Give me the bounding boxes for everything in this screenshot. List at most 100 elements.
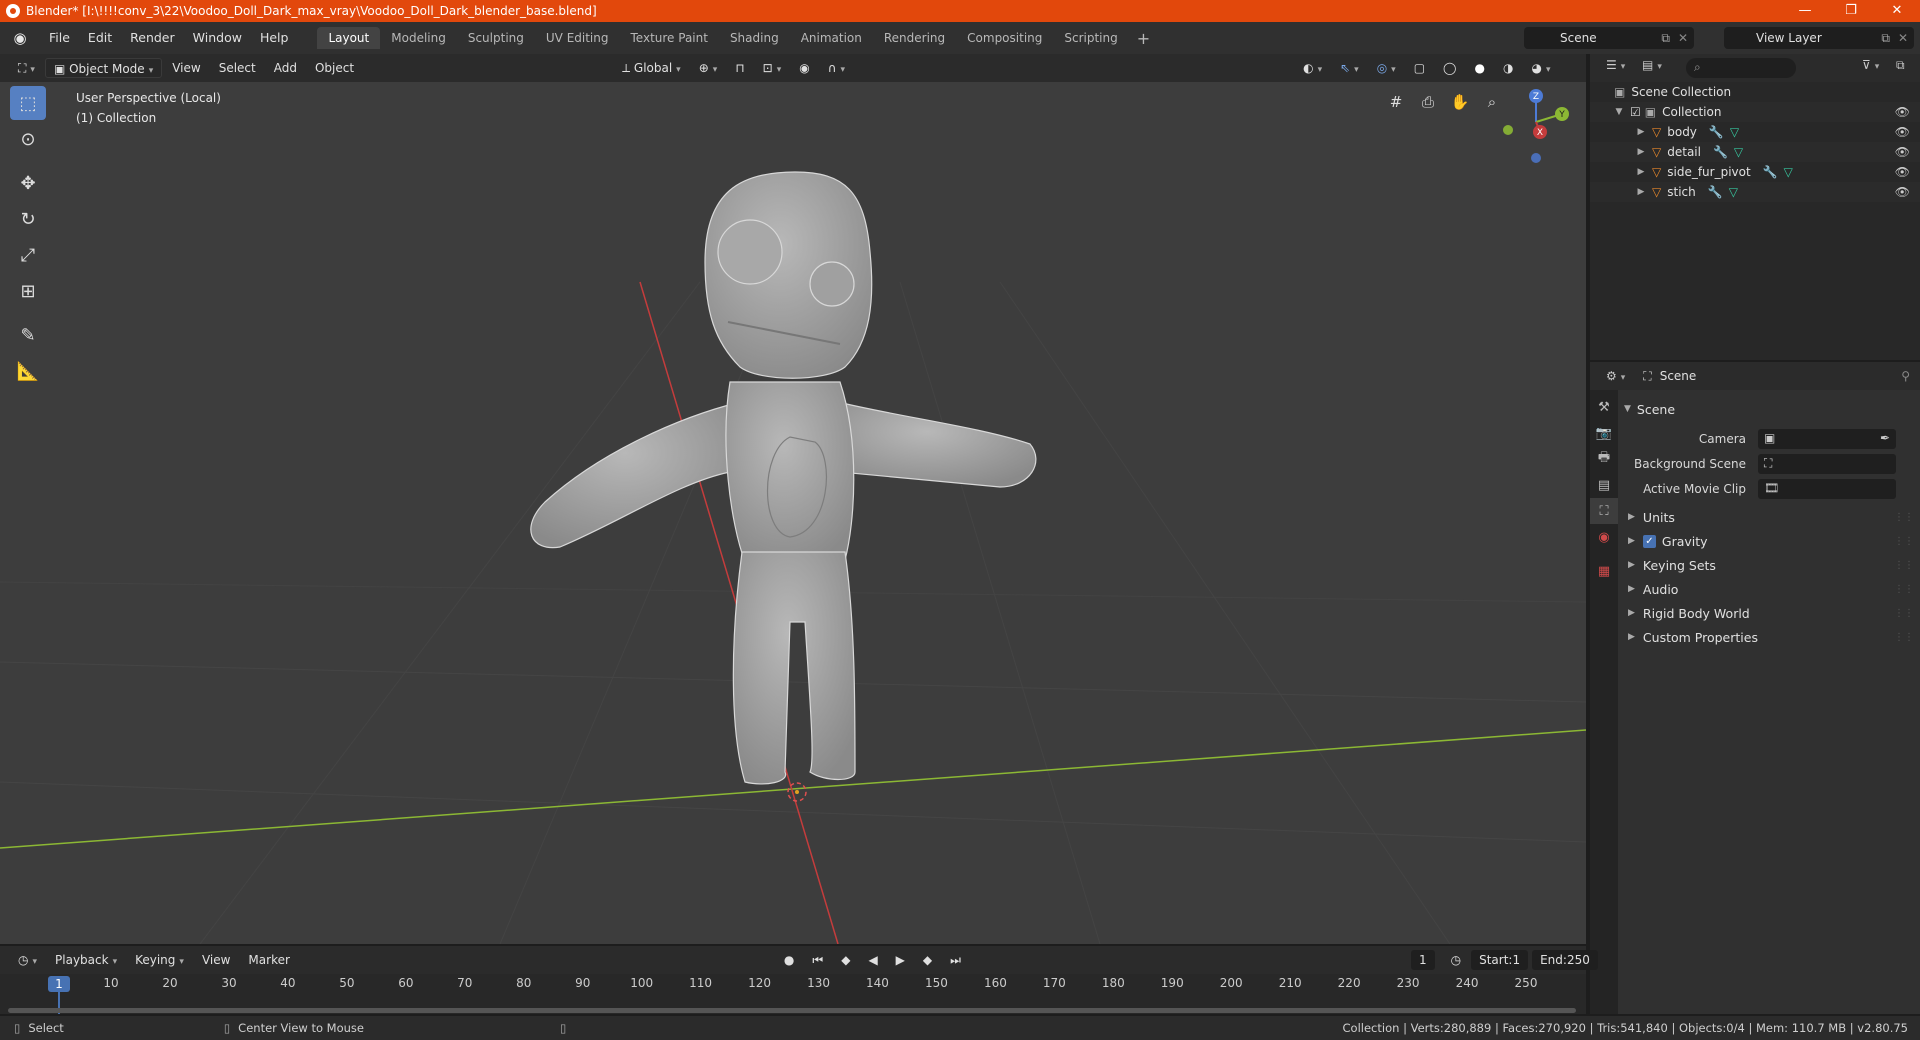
new-collection-icon[interactable]: ⧉ — [1896, 58, 1905, 73]
tab-layout[interactable]: Layout — [317, 27, 381, 49]
editor-type-icon[interactable]: ⛶ ▾ — [10, 58, 43, 78]
remove-scene-icon[interactable]: ✕ — [1678, 31, 1688, 45]
menu-view[interactable]: View — [164, 58, 208, 78]
eyedropper-icon[interactable]: ✒ — [1880, 431, 1890, 445]
pin-icon[interactable]: ⚲ — [1901, 369, 1910, 383]
jump-end-button[interactable]: ⏭ — [942, 950, 969, 970]
visibility-eye-icon[interactable]: 👁 — [1895, 125, 1910, 139]
mode-dropdown[interactable]: ▣ Object Mode ▾ — [44, 58, 163, 78]
tab-uv-editing[interactable]: UV Editing — [535, 27, 620, 49]
drag-handle-icon[interactable]: ⋮⋮ — [1894, 512, 1914, 523]
close-button[interactable]: ✕ — [1874, 0, 1920, 22]
active-movie-clip-field[interactable]: 🎞 — [1758, 478, 1896, 499]
visibility-eye-icon[interactable]: 👁 — [1895, 165, 1910, 179]
3d-viewport[interactable]: User Perspective (Local) (1) Collection … — [0, 82, 1586, 944]
pan-hand-icon[interactable]: ✋ — [1446, 88, 1474, 116]
modifier-wrench-icon[interactable]: 🔧 — [1708, 185, 1723, 199]
select-box-tool[interactable]: ⬚ — [10, 86, 46, 120]
visibility-icon[interactable]: ◐ ▾ — [1295, 58, 1330, 78]
tab-scripting[interactable]: Scripting — [1053, 27, 1128, 49]
menu-file[interactable]: File — [40, 22, 79, 54]
next-keyframe-button[interactable]: ◆ — [915, 950, 940, 970]
expand-icon[interactable]: ▶ — [1634, 127, 1648, 137]
scene-selector[interactable]: Scene ⧉ ✕ — [1524, 27, 1694, 49]
transform-tool[interactable]: ⊞ — [10, 274, 46, 308]
tab-shading[interactable]: Shading — [719, 27, 790, 49]
menu-select[interactable]: Select — [211, 58, 264, 78]
gizmo-toggle-icon[interactable]: ⇖ ▾ — [1332, 58, 1367, 78]
output-tab-icon[interactable]: 🖶 — [1590, 446, 1618, 472]
end-frame-field[interactable]: End: 250 — [1532, 950, 1598, 970]
copy-view-layer-icon[interactable]: ⧉ — [1881, 31, 1890, 46]
expand-icon[interactable]: ▶ — [1634, 187, 1648, 197]
tab-sculpting[interactable]: Sculpting — [457, 27, 535, 49]
playhead-frame[interactable]: 1 — [48, 976, 70, 992]
move-tool[interactable]: ✥ — [10, 166, 46, 200]
render-tab-icon[interactable]: 📷 — [1590, 420, 1618, 446]
rigid-body-world-panel[interactable]: ▶ Rigid Body World ⋮⋮ — [1618, 601, 1920, 625]
material-shading-icon[interactable]: ◑ — [1495, 58, 1521, 78]
custom-properties-panel[interactable]: ▶ Custom Properties ⋮⋮ — [1618, 625, 1920, 649]
drag-handle-icon[interactable]: ⋮⋮ — [1894, 632, 1914, 643]
outliner-item-body[interactable]: ▶ ▽ body 🔧 ▽ 👁 — [1590, 122, 1920, 142]
cursor-tool[interactable]: ⊙ — [10, 122, 46, 156]
outliner-item-stich[interactable]: ▶ ▽ stich 🔧 ▽ 👁 — [1590, 182, 1920, 202]
properties-editor-icon[interactable]: ⚙ ▾ — [1606, 369, 1625, 383]
remove-view-layer-icon[interactable]: ✕ — [1898, 31, 1908, 45]
timeline-view-menu[interactable]: View — [194, 950, 238, 970]
filter-icon[interactable]: ⊽ ▾ — [1862, 58, 1879, 72]
orientation-dropdown[interactable]: ⟂ Global ▾ — [614, 58, 689, 78]
proportional-edit-icon[interactable]: ◉ — [791, 58, 817, 78]
gravity-checkbox[interactable]: ✓ — [1642, 534, 1656, 548]
current-frame-field[interactable]: 1 — [1410, 950, 1435, 970]
gravity-panel[interactable]: ▶ ✓ Gravity ⋮⋮ — [1618, 529, 1920, 553]
mesh-data-icon[interactable]: ▽ — [1734, 145, 1743, 159]
outliner-item-side-fur-pivot[interactable]: ▶ ▽ side_fur_pivot 🔧 ▽ 👁 — [1590, 162, 1920, 182]
solid-shading-icon[interactable]: ● — [1466, 58, 1492, 78]
annotate-tool[interactable]: ✎ — [10, 318, 46, 352]
drag-handle-icon[interactable]: ⋮⋮ — [1894, 560, 1914, 571]
tab-texture-paint[interactable]: Texture Paint — [620, 27, 719, 49]
timeline-scrollbar[interactable] — [8, 1008, 1576, 1013]
menu-window[interactable]: Window — [184, 22, 251, 54]
texture-tab-icon[interactable]: ▦ — [1590, 558, 1618, 584]
tab-modeling[interactable]: Modeling — [380, 27, 457, 49]
scale-tool[interactable]: ⤢ — [10, 238, 46, 272]
play-button[interactable]: ▶ — [888, 950, 913, 970]
menu-render[interactable]: Render — [121, 22, 184, 54]
blender-menu-icon[interactable]: ◉ — [10, 28, 30, 48]
record-button[interactable]: ● — [776, 950, 802, 970]
tab-compositing[interactable]: Compositing — [956, 27, 1053, 49]
outliner-search-input[interactable]: ⌕ — [1686, 58, 1796, 78]
copy-scene-icon[interactable]: ⧉ — [1661, 31, 1670, 46]
modifier-wrench-icon[interactable]: 🔧 — [1709, 125, 1724, 139]
measure-tool[interactable]: 📐 — [10, 354, 46, 388]
expand-icon[interactable]: ▶ — [1634, 167, 1648, 177]
audio-panel[interactable]: ▶ Audio ⋮⋮ — [1618, 577, 1920, 601]
timeline-editor-icon[interactable]: ◷ ▾ — [10, 950, 45, 970]
mesh-data-icon[interactable]: ▽ — [1784, 165, 1793, 179]
overlay-toggle-icon[interactable]: ◎ ▾ — [1369, 58, 1404, 78]
camera-field[interactable]: ▣ ✒ — [1758, 428, 1896, 449]
xray-icon[interactable]: ▢ — [1406, 58, 1433, 78]
marker-menu[interactable]: Marker — [240, 950, 297, 970]
world-tab-icon[interactable]: ◉ — [1590, 524, 1618, 550]
minimize-button[interactable]: — — [1782, 0, 1828, 22]
pivot-icon[interactable]: ⊕ ▾ — [691, 58, 726, 78]
outliner-scene-collection[interactable]: ▣ Scene Collection — [1590, 82, 1920, 102]
wireframe-shading-icon[interactable]: ◯ — [1435, 58, 1464, 78]
checkbox-icon[interactable]: ☑ — [1630, 105, 1641, 119]
jump-start-button[interactable]: ⏮ — [804, 950, 831, 970]
outliner-item-detail[interactable]: ▶ ▽ detail 🔧 ▽ 👁 — [1590, 142, 1920, 162]
tool-tab-icon[interactable]: ⚒ — [1590, 394, 1618, 420]
menu-add[interactable]: Add — [266, 58, 305, 78]
rotate-tool[interactable]: ↻ — [10, 202, 46, 236]
scene-panel-header[interactable]: ▼ Scene — [1618, 398, 1920, 420]
play-reverse-button[interactable]: ◀ — [860, 950, 885, 970]
falloff-icon[interactable]: ∩ ▾ — [820, 58, 853, 78]
scene-tab-icon[interactable]: ⛶ — [1590, 498, 1618, 524]
visibility-eye-icon[interactable]: 👁 — [1895, 105, 1910, 119]
mesh-data-icon[interactable]: ▽ — [1730, 125, 1739, 139]
maximize-button[interactable]: ❐ — [1828, 0, 1874, 22]
keying-sets-panel[interactable]: ▶ Keying Sets ⋮⋮ — [1618, 553, 1920, 577]
